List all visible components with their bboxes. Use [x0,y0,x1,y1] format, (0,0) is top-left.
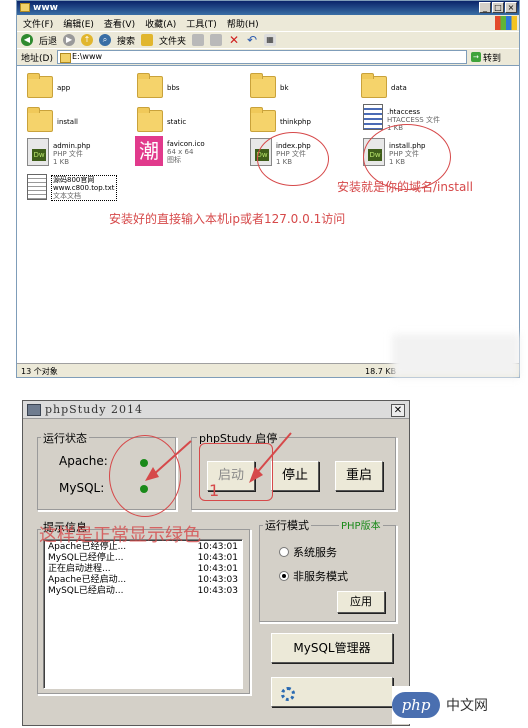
window-title: www [33,3,58,13]
views-icon[interactable]: ▦ [264,34,277,46]
htaccess-file-icon [363,104,383,130]
window-controls: _ □ × [479,2,517,13]
phpstudy-window: phpStudy 2014 ✕ 运行状态 Apache: MySQL: phpS… [22,400,410,726]
gear-icon [281,687,295,701]
close-button[interactable]: × [505,2,517,13]
favicon-image-icon: 潮 [135,136,163,166]
address-input[interactable]: E:\www [56,50,467,64]
search-icon[interactable]: ⌕ [99,34,112,46]
file-item-bbs[interactable]: bbs [137,72,180,98]
menu-bar: 文件(F) 编辑(E) 查看(V) 收藏(A) 工具(T) 帮助(H) [17,15,519,31]
annotation-circle-status [109,435,181,517]
phpstudy-titlebar: phpStudy 2014 ✕ [23,401,409,419]
radio-circle [279,547,289,557]
menu-favorites[interactable]: 收藏(A) [145,17,176,30]
run-status-label: 运行状态 [41,430,89,446]
file-item-favicon[interactable]: 潮 favicon.ico 64 x 64 图标 [135,136,205,166]
install-note: 安装就是你的域名/install [337,180,473,194]
log-row: MySQL已经停止... 10:43:01 [48,553,238,563]
php-logo: php [392,692,440,718]
non-service-radio[interactable]: 非服务模式 [279,568,348,584]
annotation-green-note: 这样是正常显示绿色 [39,525,201,546]
file-item-admin-php[interactable]: admin.php PHP 文件 1 KB [27,138,90,166]
file-item-bk[interactable]: bk [250,72,289,98]
folders-icon[interactable] [141,34,154,46]
php-version-label[interactable]: PHP版本 [339,517,383,532]
text-file-icon [27,174,47,200]
file-item-static[interactable]: static [137,106,186,132]
system-service-radio[interactable]: 系统服务 [279,544,337,560]
windows-logo-icon [495,16,517,30]
php-file-icon [27,138,49,166]
toolbar: ◀ 后退 ▶ ↑ ⌕ 搜索 文件夹 ✕ ↶ ▦ [17,31,519,48]
folder-icon [137,107,163,132]
folder-icon [250,107,276,132]
radio-circle-selected [279,571,289,581]
maximize-button[interactable]: □ [492,2,504,13]
move-to-icon[interactable] [192,34,205,46]
back-button[interactable]: 后退 [39,34,57,47]
log-row: MySQL已经启动... 10:43:03 [48,586,238,596]
run-mode-label: 运行模式 [263,517,311,533]
search-button[interactable]: 搜索 [117,34,135,47]
folders-button[interactable]: 文件夹 [159,34,186,47]
go-arrow-icon: → [470,52,481,62]
file-item-data[interactable]: data [361,72,407,98]
copy-to-icon[interactable] [210,34,223,46]
phpstudy-app-icon [27,404,41,416]
blur-patch [392,334,520,378]
stop-button[interactable]: 停止 [271,461,319,491]
explorer-window: www _ □ × 文件(F) 编辑(E) 查看(V) 收藏(A) 工具(T) … [16,0,520,378]
annotation-circle-index [257,132,329,186]
minimize-button[interactable]: _ [479,2,491,13]
access-note: 安装好的直接输入本机ip或者127.0.0.1访问 [109,212,346,226]
apply-button[interactable]: 应用 [337,591,385,613]
folder-icon [27,107,53,132]
phpstudy-title: phpStudy 2014 [45,403,143,416]
address-bar: 地址(D) E:\www ▼ → 转到 [17,48,519,65]
object-count: 13 个对象 [21,366,58,376]
undo-icon[interactable]: ↶ [246,34,258,46]
file-item-thinkphp[interactable]: thinkphp [250,106,311,132]
menu-file[interactable]: 文件(F) [23,17,53,30]
mysql-label: MySQL: [59,481,105,495]
file-item-txt[interactable]: 源码800官网 www.c800.top.txt 文本文档 [27,174,117,201]
file-item-install[interactable]: install [27,106,78,132]
folder-icon [361,73,387,98]
menu-help[interactable]: 帮助(H) [227,17,259,30]
menu-view[interactable]: 查看(V) [104,17,135,30]
log-row: Apache已经启动... 10:43:03 [48,575,238,585]
mysql-manager-button[interactable]: MySQL管理器 [271,633,393,663]
file-item-app[interactable]: app [27,72,70,98]
php-cn-watermark: php 中文网 [392,686,524,724]
close-button[interactable]: ✕ [391,404,405,417]
menu-edit[interactable]: 编辑(E) [63,17,94,30]
folder-icon [27,73,53,98]
file-list: app bbs bk data install static thinkphp [17,65,519,363]
delete-icon[interactable]: ✕ [228,34,240,46]
log-row: 正在启动进程... 10:43:01 [48,564,238,574]
folder-icon [137,73,163,98]
folder-icon [20,3,30,12]
back-arrow-icon[interactable]: ◀ [21,34,33,46]
forward-arrow-icon[interactable]: ▶ [63,34,76,46]
folder-icon [250,73,276,98]
explorer-titlebar: www _ □ × [17,1,519,15]
annotation-number: 1 [209,481,220,500]
go-label: 转到 [482,53,501,64]
restart-button[interactable]: 重启 [335,461,383,491]
up-folder-icon[interactable]: ↑ [81,34,94,46]
go-button[interactable]: → 转到 [470,51,501,64]
address-label: 地址(D) [21,53,53,64]
apache-label: Apache: [59,454,108,468]
menu-tools[interactable]: 工具(T) [186,17,217,30]
watermark-text: 中文网 [446,698,488,714]
log-list[interactable]: Apache已经停止... 10:43:01 MySQL已经停止... 10:4… [43,539,243,689]
